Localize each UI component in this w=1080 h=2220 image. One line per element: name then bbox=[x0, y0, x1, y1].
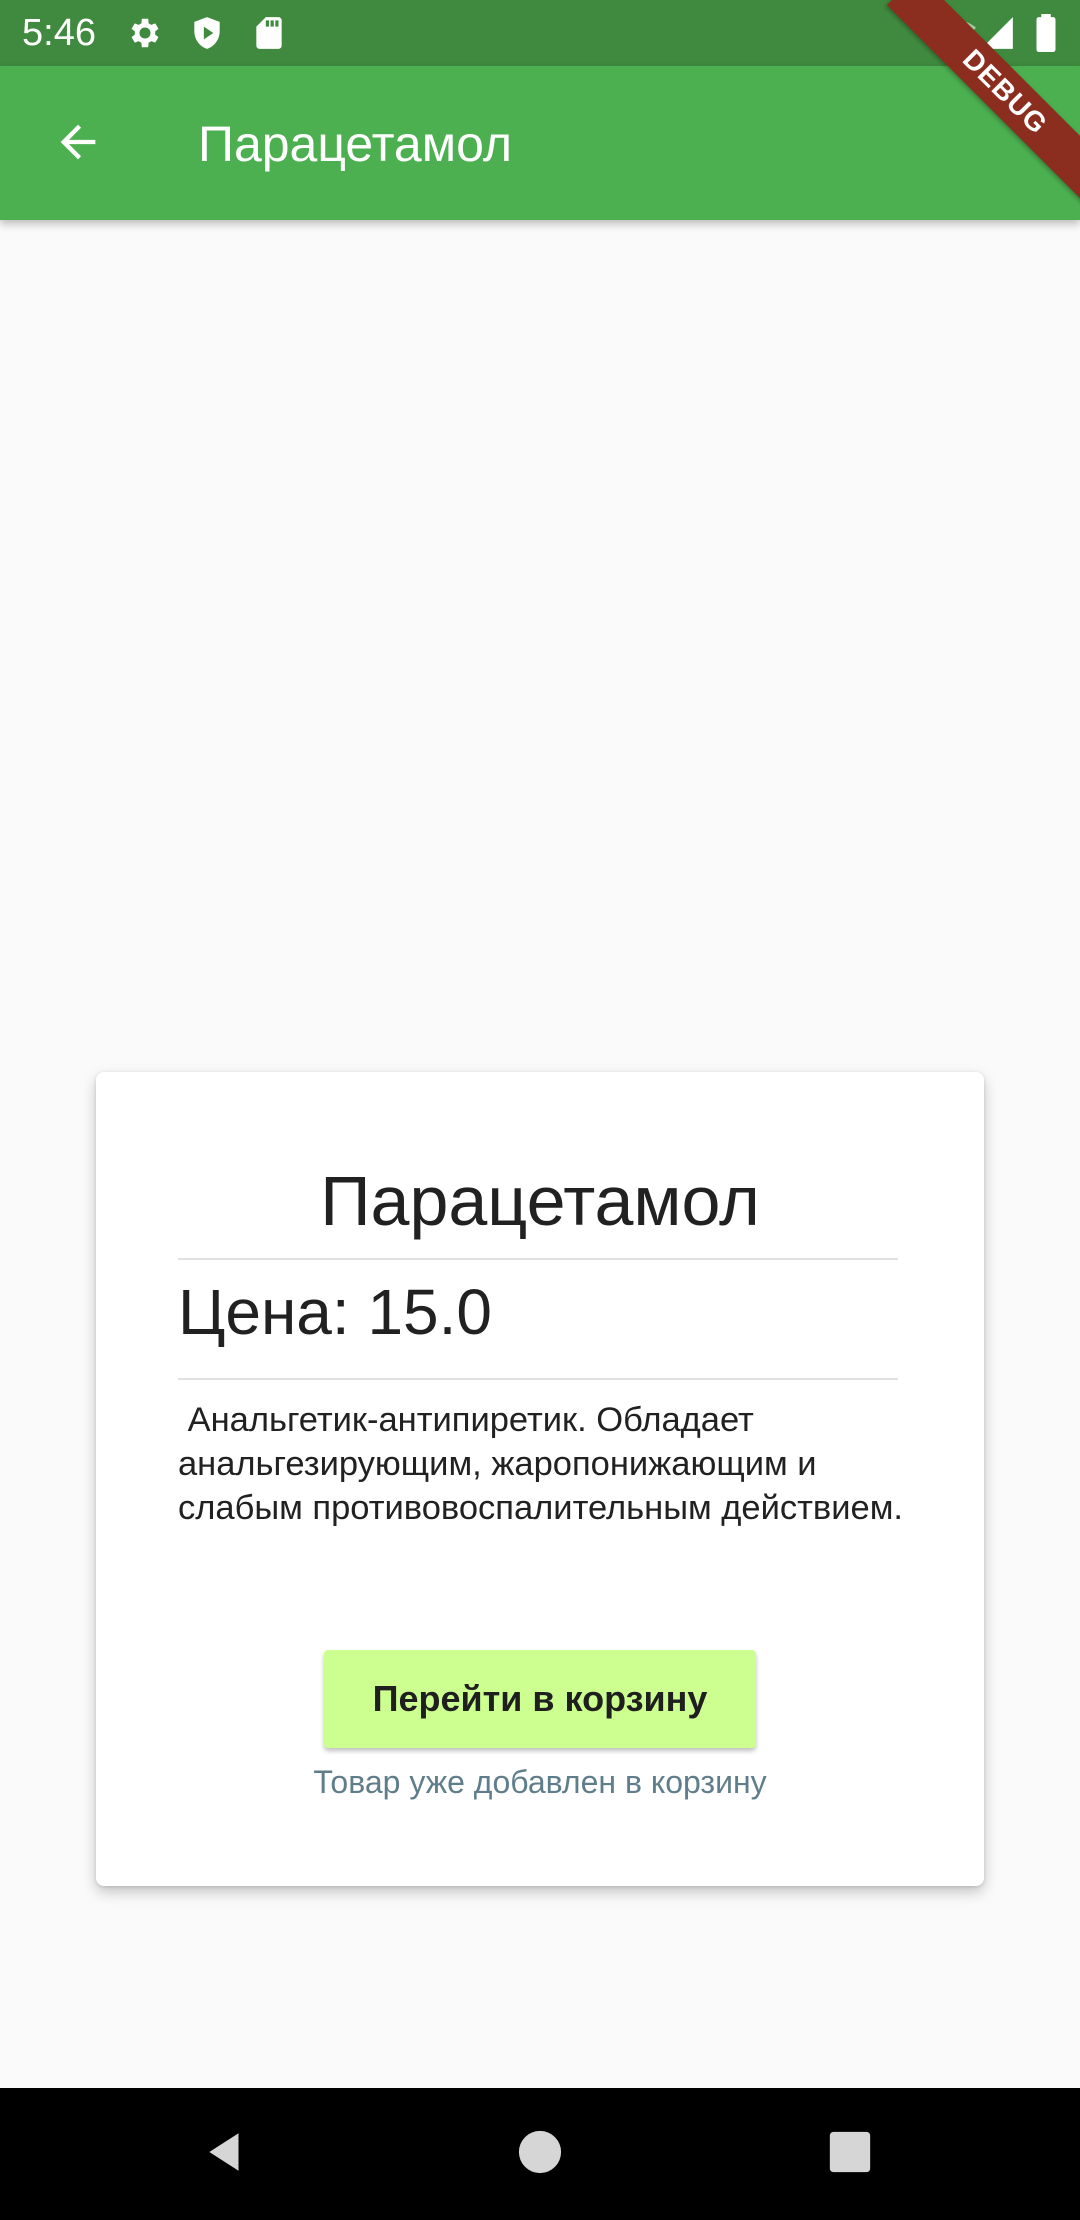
divider bbox=[178, 1378, 898, 1380]
product-price: Цена: 15.0 bbox=[178, 1276, 492, 1348]
product-title: Парацетамол bbox=[320, 1162, 760, 1240]
nav-recents-icon bbox=[828, 2130, 872, 2179]
shield-icon bbox=[188, 14, 226, 52]
sd-card-icon bbox=[250, 14, 288, 52]
page-title: Парацетамол bbox=[198, 116, 512, 172]
cart-status-text: Товар уже добавлен в корзину bbox=[313, 1764, 767, 1800]
battery-icon bbox=[1034, 14, 1058, 53]
system-nav-bar bbox=[0, 2088, 1080, 2220]
gear-icon bbox=[126, 14, 164, 52]
arrow-back-icon bbox=[52, 116, 104, 173]
product-description: Анальгетик-антипиретик. Обладает анальге… bbox=[178, 1401, 904, 1527]
divider bbox=[178, 1258, 898, 1260]
nav-back-button[interactable] bbox=[186, 2114, 266, 2194]
nav-back-icon bbox=[201, 2127, 251, 2182]
screen: 5:46 Парацетамол DEBUG Парацетамол Цена:… bbox=[0, 0, 1080, 2220]
go-to-cart-button[interactable]: Перейти в корзину bbox=[324, 1650, 756, 1748]
status-time: 5:46 bbox=[22, 12, 96, 54]
app-bar: Парацетамол bbox=[0, 66, 1080, 220]
product-card: Парацетамол Цена: 15.0 Анальгетик-антипи… bbox=[96, 1072, 984, 1886]
nav-home-button[interactable] bbox=[500, 2114, 580, 2194]
nav-recents-button[interactable] bbox=[810, 2114, 890, 2194]
back-button[interactable] bbox=[40, 106, 116, 182]
nav-home-icon bbox=[517, 2129, 563, 2180]
